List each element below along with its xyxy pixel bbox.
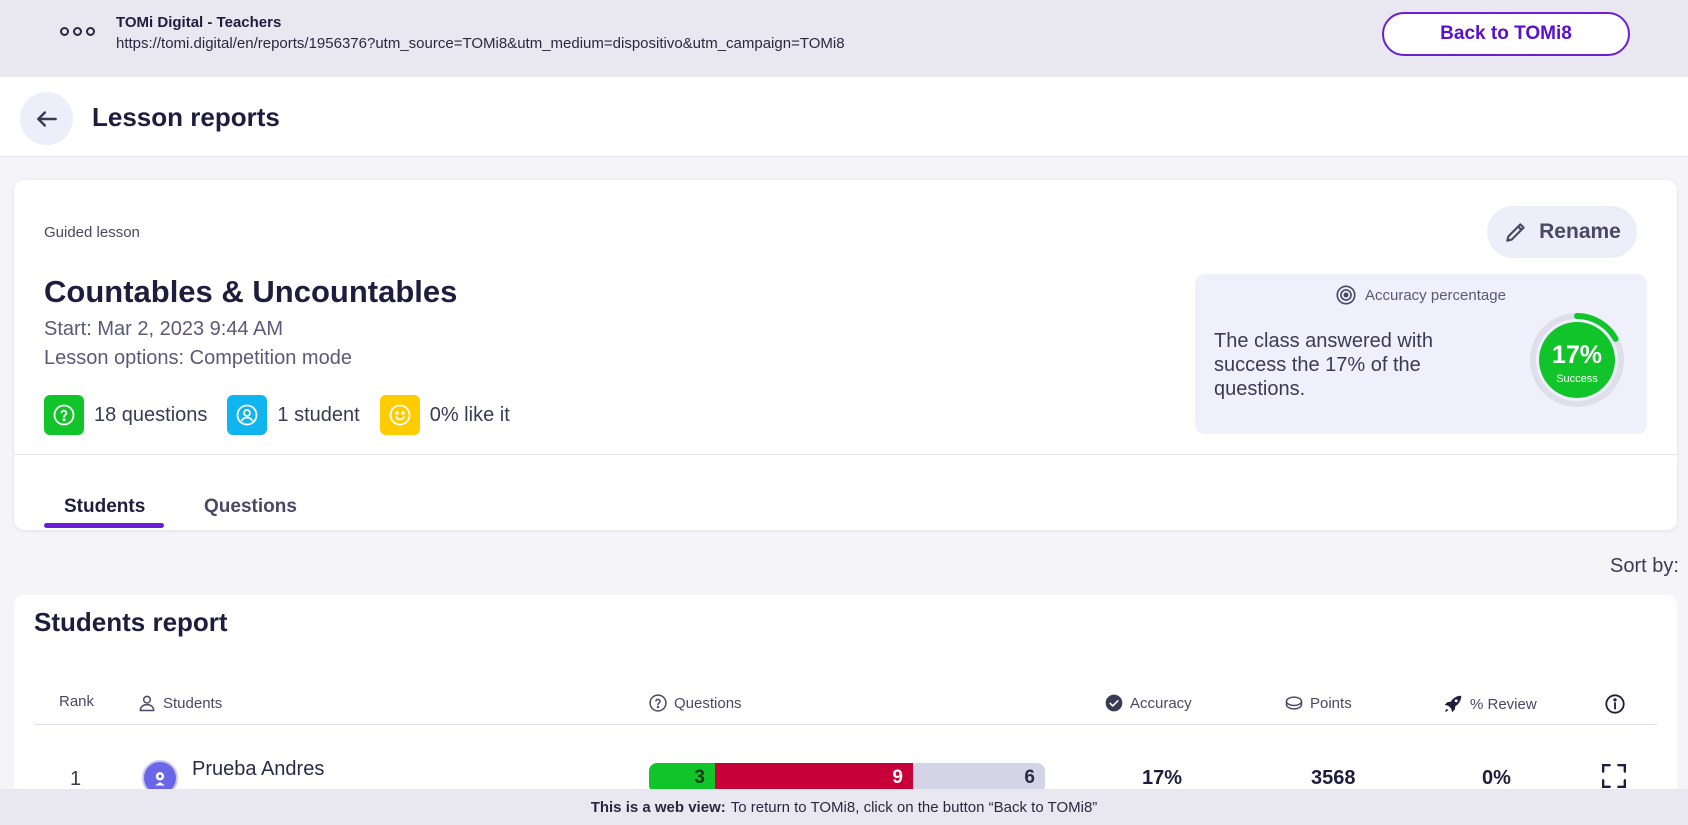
smiley-icon bbox=[379, 395, 420, 435]
webview-url: https://tomi.digital/en/reports/1956376?… bbox=[116, 35, 845, 52]
column-students-label: Students bbox=[163, 694, 223, 712]
check-circle-icon bbox=[1105, 694, 1123, 712]
report-title: Students report bbox=[34, 607, 228, 637]
lesson-start: Start: Mar 2, 2023 9:44 AM bbox=[44, 318, 284, 340]
page-title: Lesson reports bbox=[92, 102, 280, 132]
column-review-label: % Review bbox=[1470, 695, 1537, 713]
coin-icon bbox=[1285, 696, 1303, 710]
question-icon bbox=[44, 395, 84, 435]
stat-likes-label: 0% like it bbox=[429, 403, 510, 426]
info-button[interactable] bbox=[1604, 693, 1626, 715]
row-accuracy: 17% bbox=[1142, 767, 1183, 789]
webview-notice: This is a web view: To return to TOMi8, … bbox=[0, 789, 1688, 825]
column-accuracy[interactable]: Accuracy bbox=[1104, 693, 1192, 713]
tab-questions[interactable]: Questions bbox=[204, 496, 297, 518]
user-icon bbox=[139, 695, 155, 712]
column-points[interactable]: Points bbox=[1284, 693, 1352, 713]
more-options-icon[interactable] bbox=[60, 27, 95, 36]
target-icon bbox=[1336, 285, 1356, 305]
stat-questions-label: 18 questions bbox=[94, 403, 208, 426]
column-accuracy-label: Accuracy bbox=[1130, 694, 1192, 712]
stat-students-label: 1 student bbox=[277, 403, 360, 426]
accuracy-description: The class answered with success the 17% … bbox=[1214, 330, 1433, 400]
tab-students[interactable]: Students bbox=[64, 496, 145, 518]
column-questions-label: Questions bbox=[674, 694, 742, 712]
webview-title: TOMi Digital - Teachers bbox=[116, 14, 282, 31]
column-rank[interactable]: Rank bbox=[59, 693, 94, 710]
avatar-icon bbox=[155, 772, 165, 786]
stat-questions: 18 questions bbox=[44, 395, 207, 435]
student-name[interactable]: Prueba Andres bbox=[192, 758, 324, 781]
lesson-kind: Guided lesson bbox=[44, 224, 140, 241]
stat-students: 1 student bbox=[227, 395, 360, 435]
student-icon bbox=[227, 395, 268, 435]
row-rank: 1 bbox=[70, 768, 82, 790]
question-icon bbox=[649, 694, 667, 712]
pencil-icon bbox=[1506, 223, 1525, 242]
row-points: 3568 bbox=[1311, 767, 1356, 789]
webview-notice-bold: This is a web view: bbox=[590, 798, 726, 816]
info-icon bbox=[1605, 694, 1625, 714]
accuracy-panel: Accuracy percentage The class answered w… bbox=[1195, 274, 1647, 434]
webview-notice-text: To return to TOMi8, click on the button … bbox=[730, 798, 1098, 816]
column-rank-label: Rank bbox=[59, 693, 95, 710]
lesson-summary-card: Guided lesson Countables & Uncountables … bbox=[14, 180, 1677, 530]
column-questions[interactable]: Questions bbox=[648, 693, 742, 713]
stat-likes: 0% like it bbox=[379, 395, 510, 435]
accuracy-panel-header: Accuracy percentage bbox=[1335, 284, 1506, 306]
card-divider bbox=[14, 454, 1677, 455]
expand-icon[interactable] bbox=[1601, 763, 1627, 789]
lesson-stats: 18 questions 1 student 0% like it bbox=[44, 395, 530, 435]
accuracy-sub-label: Success bbox=[1556, 373, 1598, 385]
row-review: 0% bbox=[1482, 767, 1511, 789]
rename-label: Rename bbox=[1539, 220, 1621, 243]
page-header: Lesson reports bbox=[0, 77, 1688, 157]
lesson-title: Countables & Uncountables bbox=[44, 274, 458, 309]
rocket-icon bbox=[1444, 695, 1462, 713]
back-button[interactable] bbox=[20, 92, 73, 145]
back-to-tomi8-button[interactable]: Back to TOMi8 bbox=[1382, 12, 1630, 56]
column-students[interactable]: Students bbox=[137, 693, 222, 713]
arrow-left-icon bbox=[36, 110, 57, 127]
sort-by-label[interactable]: Sort by: bbox=[1610, 555, 1679, 578]
column-review[interactable]: % Review bbox=[1442, 693, 1537, 715]
column-divider bbox=[34, 724, 1657, 725]
column-points-label: Points bbox=[1310, 694, 1352, 712]
accuracy-percent: 17% bbox=[1551, 341, 1603, 369]
lesson-options: Lesson options: Competition mode bbox=[44, 347, 352, 369]
rename-button[interactable]: Rename bbox=[1487, 206, 1637, 258]
accuracy-panel-label: Accuracy percentage bbox=[1365, 286, 1506, 304]
active-tab-indicator bbox=[44, 523, 164, 528]
webview-bar: TOMi Digital - Teachers https://tomi.dig… bbox=[0, 0, 1688, 77]
